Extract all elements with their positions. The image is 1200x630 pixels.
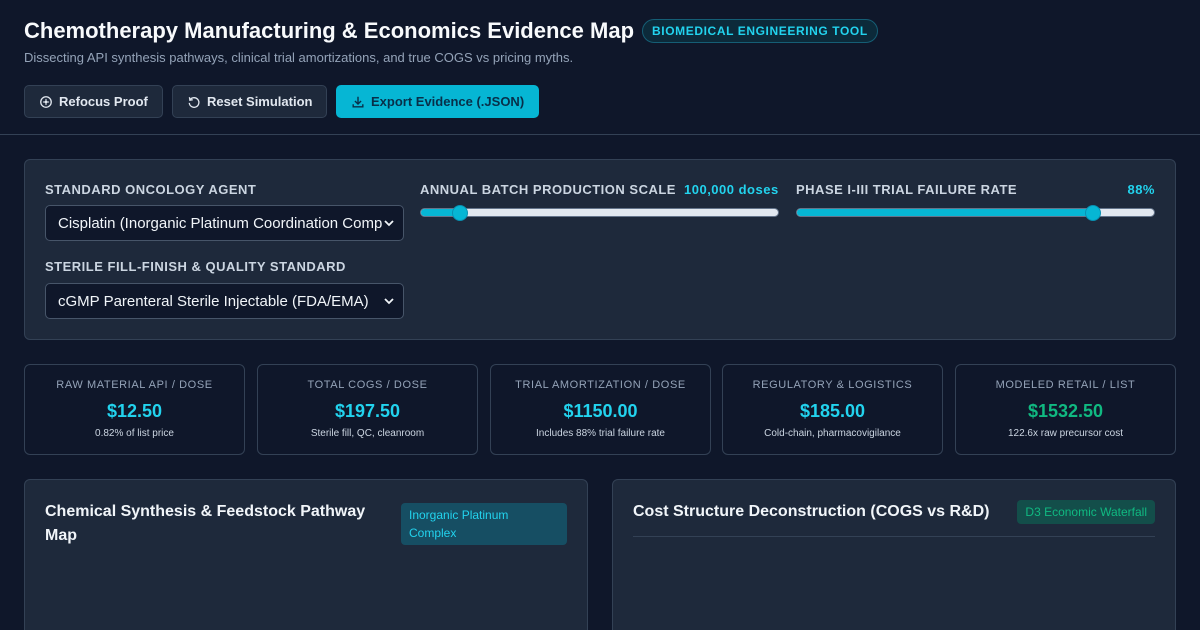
target-icon [40, 95, 52, 108]
metric-card-modeled-retail: MODELED RETAIL / LIST $1532.50 122.6x ra… [955, 364, 1176, 455]
simulation-controls-panel: STANDARD ONCOLOGY AGENT Cisplatin (Inorg… [24, 159, 1176, 340]
batch-scale-label: ANNUAL BATCH PRODUCTION SCALE [420, 182, 676, 197]
metric-note: 0.82% of list price [95, 428, 174, 439]
metric-label: MODELED RETAIL / LIST [995, 379, 1136, 391]
page-title: Chemotherapy Manufacturing & Economics E… [24, 18, 635, 43]
synthesis-pathway-panel: Chemical Synthesis & Feedstock Pathway M… [24, 479, 588, 630]
reset-simulation-button[interactable]: Reset Simulation [172, 85, 328, 118]
reset-simulation-label: Reset Simulation [207, 94, 313, 109]
metric-label: REGULATORY & LOGISTICS [752, 379, 913, 391]
metric-value: $197.50 [334, 401, 401, 421]
metric-card-regulatory-logistics: REGULATORY & LOGISTICS $185.00 Cold-chai… [722, 364, 943, 455]
failure-rate-value: 88% [1127, 182, 1155, 197]
page-subtitle: Dissecting API synthesis pathways, clini… [24, 50, 574, 65]
page-header: Chemotherapy Manufacturing & Economics E… [0, 0, 1200, 135]
metric-note: Cold-chain, pharmacovigilance [764, 428, 901, 439]
metric-label: RAW MATERIAL API / DOSE [56, 379, 213, 391]
failure-slider-thumb[interactable] [1085, 205, 1102, 221]
failure-rate-label: PHASE I-III TRIAL FAILURE RATE [796, 182, 1018, 197]
tool-badge: BIOMEDICAL ENGINEERING TOOL [642, 19, 878, 43]
title-row: Chemotherapy Manufacturing & Economics E… [24, 18, 878, 44]
metric-card-trial-amortization: TRIAL AMORTIZATION / DOSE $1150.00 Inclu… [490, 364, 711, 455]
fill-finish-select-value: cGMP Parenteral Sterile Injectable (FDA/… [58, 292, 369, 310]
reset-icon [188, 96, 200, 108]
synthesis-panel-title: Chemical Synthesis & Feedstock Pathway M… [45, 503, 366, 544]
metric-label: TOTAL COGS / DOSE [307, 379, 428, 391]
metric-value: $185.00 [799, 401, 866, 421]
failure-rate-slider[interactable] [796, 205, 1155, 221]
metric-card-raw-material: RAW MATERIAL API / DOSE $12.50 0.82% of … [24, 364, 245, 455]
chevron-down-icon [383, 217, 395, 229]
batch-scale-slider[interactable] [420, 205, 779, 221]
export-evidence-button[interactable]: Export Evidence (.JSON) [336, 85, 540, 118]
synthesis-panel-tag: Inorganic Platinum Complex [401, 503, 567, 545]
failure-slider-fill [797, 209, 1094, 216]
cost-panel-title: Cost Structure Deconstruction (COGS vs R… [633, 503, 990, 520]
metric-value: $12.50 [106, 401, 163, 421]
metric-value: $1532.50 [1027, 401, 1104, 421]
cost-structure-panel: Cost Structure Deconstruction (COGS vs R… [612, 479, 1176, 630]
fill-finish-select[interactable]: cGMP Parenteral Sterile Injectable (FDA/… [45, 283, 404, 319]
panel-divider [633, 536, 1155, 537]
metric-note: Sterile fill, QC, cleanroom [310, 428, 425, 439]
agent-select-value: Cisplatin (Inorganic Platinum Coordinati… [58, 214, 383, 232]
fill-finish-label: STERILE FILL-FINISH & QUALITY STANDARD [45, 259, 346, 274]
chevron-down-icon [383, 295, 395, 307]
metric-note: 122.6x raw precursor cost [1007, 428, 1124, 439]
agent-select[interactable]: Cisplatin (Inorganic Platinum Coordinati… [45, 205, 404, 241]
batch-slider-thumb[interactable] [452, 205, 469, 221]
metric-card-total-cogs: TOTAL COGS / DOSE $197.50 Sterile fill, … [257, 364, 478, 455]
metric-note: Includes 88% trial failure rate [536, 428, 665, 439]
export-evidence-label: Export Evidence (.JSON) [371, 94, 525, 109]
metric-value: $1150.00 [563, 401, 638, 421]
metric-label: TRIAL AMORTIZATION / DOSE [515, 379, 686, 391]
cost-panel-tag: D3 Economic Waterfall [1017, 500, 1155, 524]
refocus-proof-button[interactable]: Refocus Proof [24, 85, 163, 118]
refocus-proof-label: Refocus Proof [59, 94, 148, 109]
agent-label: STANDARD ONCOLOGY AGENT [45, 182, 257, 197]
batch-scale-value: 100,000 doses [684, 182, 779, 197]
download-icon [352, 96, 364, 108]
